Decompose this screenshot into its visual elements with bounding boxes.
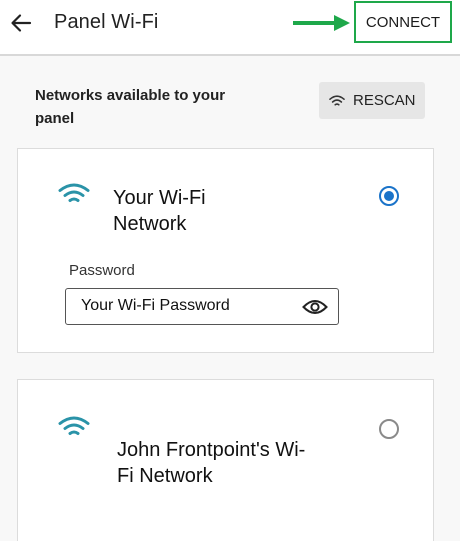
password-label: Password: [69, 262, 135, 279]
wifi-icon: [58, 183, 90, 202]
connect-button[interactable]: CONNECT: [354, 1, 452, 43]
network-card[interactable]: Your Wi-Fi Network Password Your Wi-Fi P…: [17, 148, 434, 353]
green-arrow-icon: [293, 15, 350, 31]
network-name: John Frontpoint's Wi-Fi Network: [117, 439, 306, 487]
password-field[interactable]: Your Wi-Fi Password: [65, 288, 339, 325]
app-header: Panel Wi-Fi CONNECT: [0, 0, 460, 56]
wifi-icon: [329, 94, 345, 106]
network-radio-unselected[interactable]: [379, 419, 399, 439]
page-title: Panel Wi-Fi: [54, 11, 159, 33]
rescan-button[interactable]: RESCAN: [319, 82, 425, 119]
section-label: Networks available to your panel: [35, 87, 226, 127]
arrow-back-icon: [11, 14, 32, 32]
network-card[interactable]: John Frontpoint's Wi-Fi Network: [17, 379, 434, 541]
eye-icon[interactable]: [302, 297, 328, 317]
wifi-icon: [58, 416, 90, 435]
password-value: Your Wi-Fi Password: [81, 297, 230, 314]
rescan-label: RESCAN: [353, 92, 416, 109]
back-button[interactable]: [6, 8, 36, 38]
network-radio-selected[interactable]: [379, 186, 399, 206]
network-name: Your Wi-Fi Network: [113, 187, 206, 235]
